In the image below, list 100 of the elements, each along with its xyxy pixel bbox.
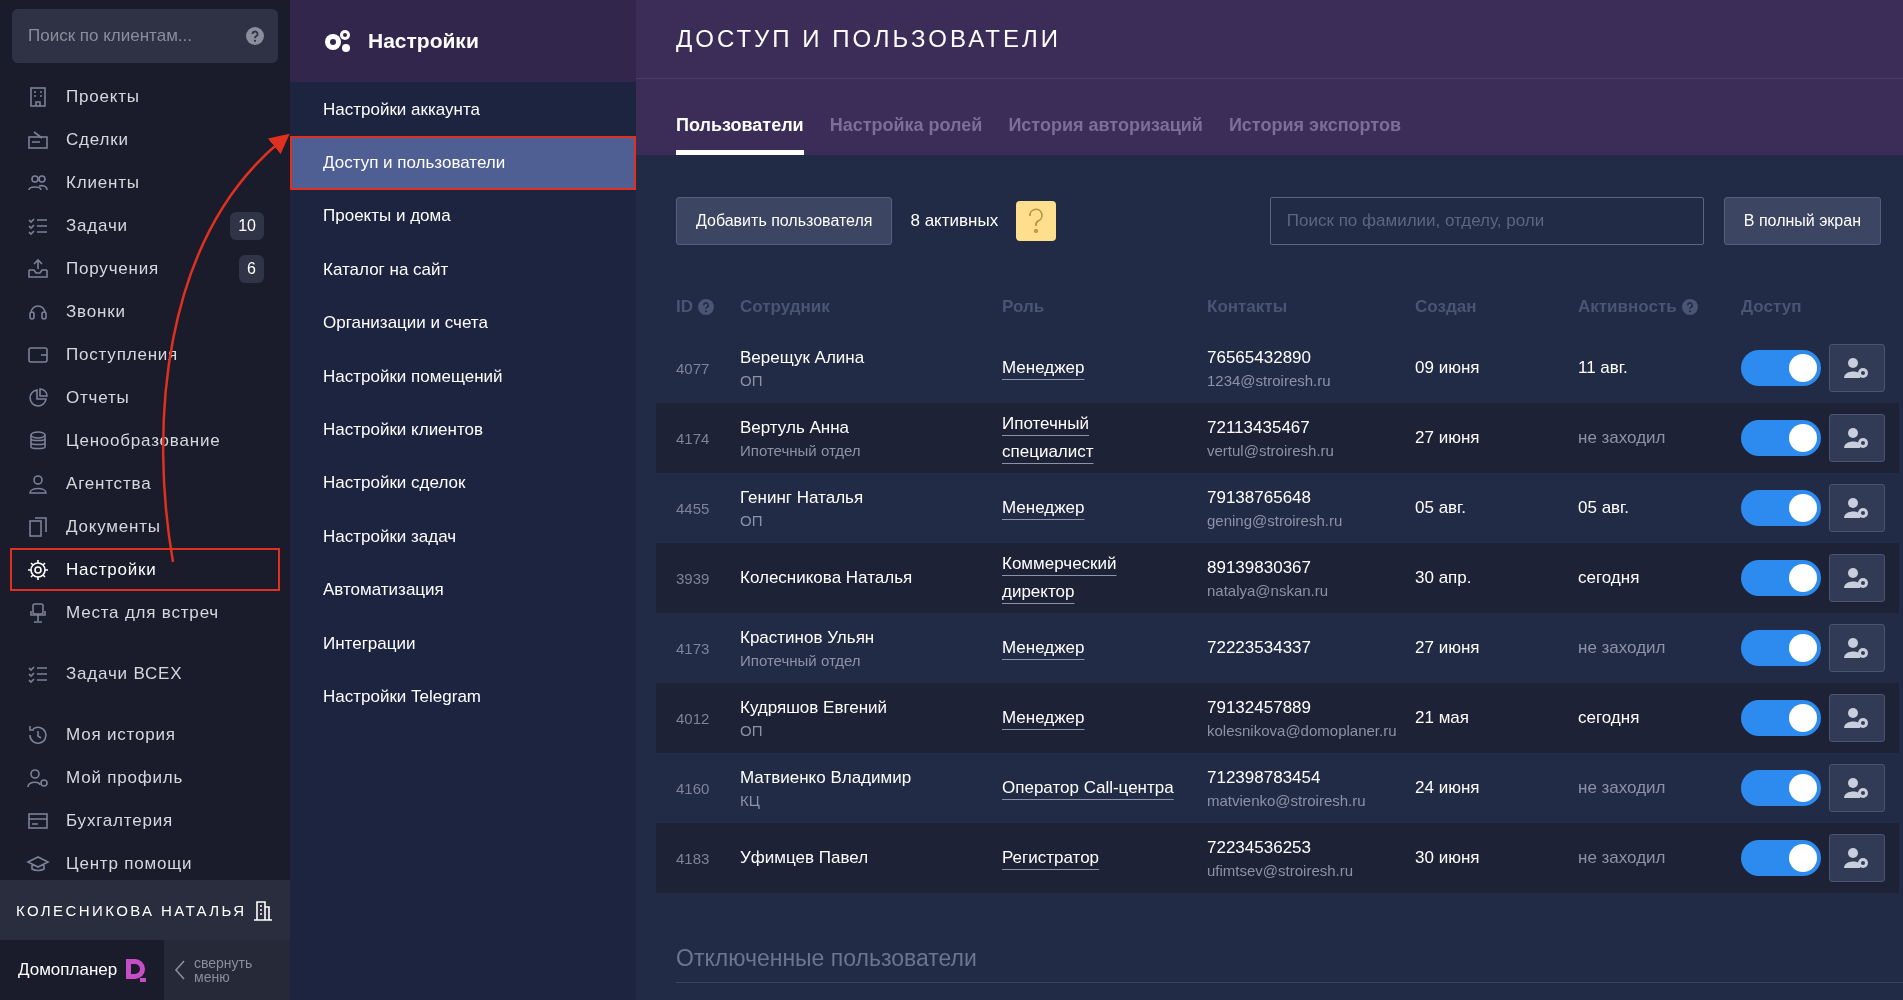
menu-item[interactable]: Настройки Telegram	[290, 670, 636, 724]
created-date: 24 июня	[1415, 778, 1480, 797]
sidebar-item[interactable]: Сделки	[10, 118, 280, 161]
search-field[interactable]: Поиск по фамилии, отделу, роли	[1269, 197, 1704, 245]
role-link[interactable]: Менеджер	[1002, 704, 1085, 732]
phone: 79132457889	[1207, 697, 1312, 718]
access-toggle[interactable]	[1741, 420, 1821, 456]
sidebar-item[interactable]: Проекты	[10, 75, 280, 118]
created-date: 09 июня	[1415, 358, 1480, 377]
sidebar-item[interactable]: Отчеты	[10, 376, 280, 419]
id-cell: 4012	[676, 709, 710, 727]
user-gear-icon	[1844, 707, 1870, 729]
menu-item[interactable]: Настройки помещений	[290, 349, 636, 404]
user-bar[interactable]: КОЛЕСНИКОВА НАТАЛЬЯ	[0, 880, 290, 940]
activity: не заходил	[1578, 778, 1666, 797]
tray-icon	[26, 256, 50, 281]
access-toggle[interactable]	[1741, 770, 1821, 806]
question-icon	[1027, 208, 1046, 234]
collapse-button[interactable]: свернуть меню	[164, 940, 290, 1000]
menu-item[interactable]: Каталог на сайт	[290, 243, 636, 297]
role-link[interactable]: Менеджер	[1002, 354, 1085, 382]
user-settings-button[interactable]	[1829, 694, 1885, 742]
role-link[interactable]: Регистратор	[1002, 844, 1100, 872]
sidebar-item[interactable]: Бухгалтерия	[10, 799, 280, 842]
role-link[interactable]: Оператор Call-центра	[1002, 774, 1174, 802]
activity: не заходил	[1578, 638, 1666, 657]
email: natalya@nskan.ru	[1207, 581, 1330, 599]
sidebar-item[interactable]: Мой профиль	[10, 756, 280, 799]
chevron-left-icon	[174, 959, 186, 981]
user-gear-icon	[1844, 497, 1870, 519]
phone: 712398783454	[1207, 767, 1322, 788]
search-field[interactable]: Поиск по клиентам...	[12, 9, 278, 63]
role-link[interactable]: Менеджер	[1002, 494, 1085, 522]
created-date: 27 июня	[1415, 428, 1480, 447]
access-toggle[interactable]	[1741, 490, 1821, 526]
employee-name: Кудряшов Евгений	[740, 697, 889, 718]
email: vertul@stroiresh.ru	[1207, 441, 1335, 459]
role-link[interactable]: Менеджер	[1002, 634, 1085, 662]
sidebar-item[interactable]: Задачи 10	[10, 204, 280, 247]
employee-name: Генинг Наталья	[740, 487, 865, 508]
menu-item[interactable]: Автоматизация	[290, 563, 636, 617]
user-settings-button[interactable]	[1829, 344, 1885, 392]
sidebar-item[interactable]: Клиенты	[10, 161, 280, 204]
tab[interactable]: Пользователи	[676, 115, 804, 155]
activity: не заходил	[1578, 848, 1666, 867]
count-badge: 10	[230, 211, 264, 240]
sidebar-item[interactable]: Места для встреч	[10, 591, 280, 634]
user-gear-icon	[1844, 357, 1870, 379]
sidebar-item[interactable]: Моя история	[10, 713, 280, 756]
activity: сегодня	[1578, 708, 1640, 727]
settings-icon	[26, 557, 50, 582]
created-date: 21 мая	[1415, 708, 1469, 727]
sidebar-item[interactable]: Поручения 6	[10, 247, 280, 290]
department: Ипотечный отдел	[740, 441, 862, 459]
menu-item[interactable]: Настройки аккаунта	[290, 83, 636, 137]
phone: 72223534337	[1207, 638, 1312, 658]
id-cell: 4173	[676, 639, 710, 657]
sidebar-item[interactable]: Настройки	[10, 548, 280, 591]
id-cell: 4183	[676, 849, 710, 867]
access-toggle[interactable]	[1741, 350, 1821, 386]
access-toggle[interactable]	[1741, 840, 1821, 876]
access-toggle[interactable]	[1741, 700, 1821, 736]
user-settings-button[interactable]	[1829, 554, 1885, 602]
user-settings-button[interactable]	[1829, 484, 1885, 532]
id-cell: 3939	[676, 569, 710, 587]
section-title: Отключенные пользователи	[676, 945, 977, 971]
help-button[interactable]	[1016, 201, 1057, 241]
menu-item[interactable]: Настройки сделок	[290, 456, 636, 511]
user-settings-button[interactable]	[1829, 414, 1885, 462]
sidebar-item[interactable]: Звонки	[10, 290, 280, 333]
gears-icon	[322, 28, 352, 54]
sidebar-item[interactable]: Документы	[10, 505, 280, 548]
access-toggle[interactable]	[1741, 560, 1821, 596]
copy-icon	[26, 514, 50, 539]
menu-item[interactable]: Настройки клиентов	[290, 403, 636, 457]
phone: 89139830367	[1207, 557, 1312, 578]
created-date: 27 июня	[1415, 638, 1480, 657]
employee-name: Колесникова Наталья	[740, 568, 914, 588]
menu-item[interactable]: Настройки задач	[290, 510, 636, 564]
menu-item[interactable]: Организации и счета	[290, 296, 636, 350]
user-settings-button[interactable]	[1829, 764, 1885, 812]
phone: 76565432890	[1207, 347, 1312, 368]
id-cell: 4455	[676, 499, 710, 517]
activity: 05 авг.	[1578, 498, 1629, 517]
menu-item[interactable]: Интеграции	[290, 616, 636, 671]
help-icon[interactable]	[246, 27, 264, 45]
add-user-button[interactable]: Добавить пользователя	[676, 197, 893, 245]
sidebar-item[interactable]: Центр помощи	[10, 842, 280, 880]
employee-name: Верещук Алина	[740, 347, 866, 368]
user-settings-button[interactable]	[1829, 624, 1885, 672]
email: kolesnikova@domoplaner.ru	[1207, 721, 1398, 739]
sidebar-item[interactable]: Агентства	[10, 462, 280, 505]
sidebar-item[interactable]: Задачи ВСЕХ	[10, 652, 280, 695]
department: КЦ	[740, 791, 761, 809]
menu-item[interactable]: Доступ и пользователи	[290, 136, 636, 190]
fullscreen-button[interactable]: В полный экран	[1723, 197, 1881, 245]
count-badge: 6	[239, 254, 264, 283]
access-toggle[interactable]	[1741, 630, 1821, 666]
user-settings-button[interactable]	[1829, 834, 1885, 882]
menu-item[interactable]: Проекты и дома	[290, 189, 636, 244]
